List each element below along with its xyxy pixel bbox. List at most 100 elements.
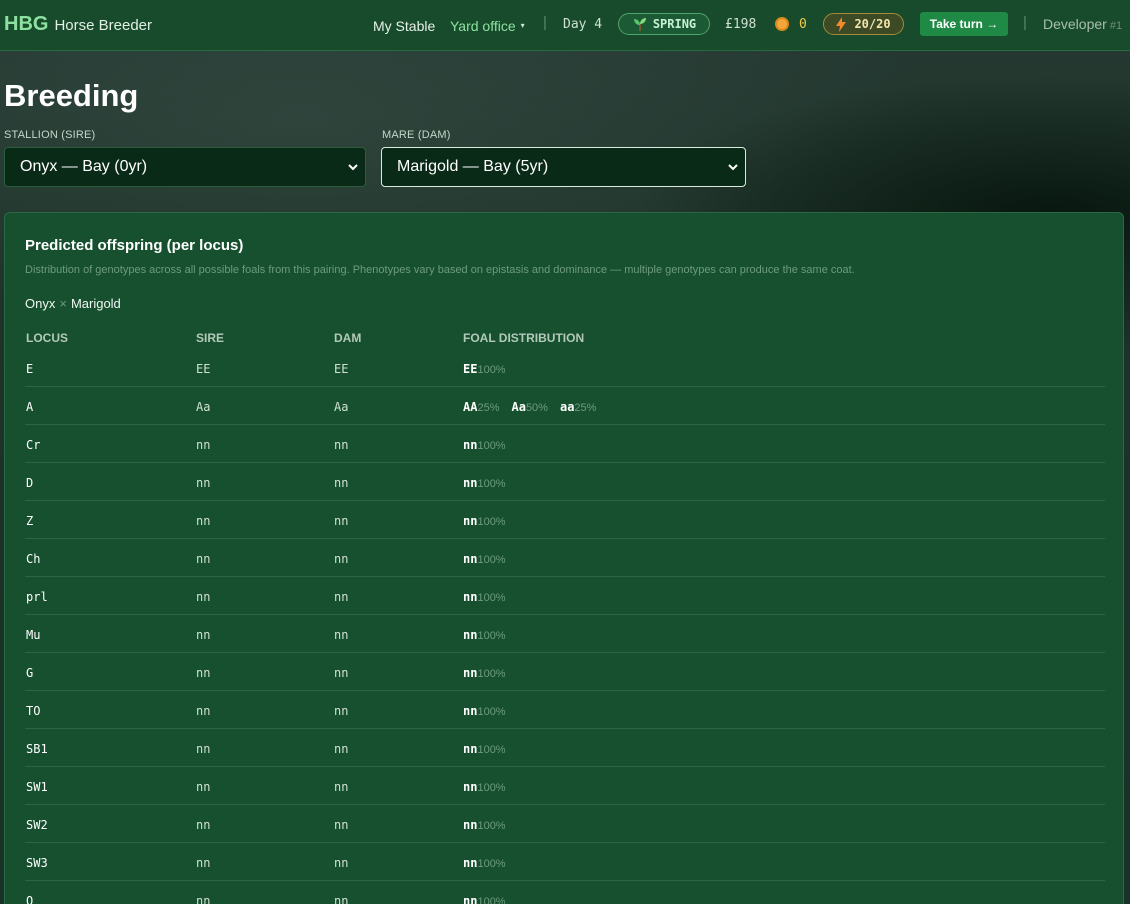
distribution-item: nn100% [463,666,506,680]
locus-cell: Ch [26,552,41,566]
column-header-distribution: FOAL DISTRIBUTION [463,331,585,345]
dam-genotype-cell: nn [334,780,349,794]
brand-logo[interactable]: HBG Horse Breeder [4,13,152,36]
distribution-item: EE100% [463,362,506,376]
foal-genotype: nn [463,628,478,642]
sire-genotype-cell: nn [196,476,211,490]
foal-genotype: aa [559,400,575,414]
foal-distribution-cell: nn100% [463,818,506,832]
foal-probability: 100% [477,896,506,904]
foal-distribution-cell: nn100% [463,590,506,604]
table-row: Znn nn nn100% [25,501,1105,539]
dam-select-value: Marigold — Bay (5yr) [397,158,549,175]
foal-genotype: nn [463,742,478,756]
page-title: Breeding [4,78,139,113]
foal-genotype: nn [463,514,478,528]
chevron-down-icon: ▾ [520,21,525,30]
sire-select-value: Onyx — Bay (0yr) [20,158,148,175]
foal-distribution-cell: nn100% [463,666,506,680]
distribution-item: AA25% [463,400,499,414]
locus-cell: Z [26,514,34,528]
sire-genotype-cell: EE [196,362,211,376]
column-header-sire: SIRE [196,331,225,345]
season-badge: SPRING [618,13,710,35]
sire-genotype-cell: nn [196,704,211,718]
locus-cell: O [26,894,34,904]
locus-cell: E [26,362,34,376]
nav-yard-office-label: Yard office [450,17,516,34]
foal-genotype: nn [463,894,478,904]
nav-separator: | [1023,14,1027,31]
distribution-item: nn100% [463,476,506,490]
locus-cell: G [26,666,34,680]
foal-genotype: Aa [511,400,526,414]
foal-genotype: AA [463,400,478,414]
energy-badge: 20/20 [823,13,904,35]
dam-genotype-cell: nn [334,742,349,756]
foal-probability: 100% [477,668,506,680]
distribution-item: Aa50% [511,400,547,414]
foal-genotype: nn [463,780,478,794]
card-subtitle: Distribution of genotypes across all pos… [25,264,855,276]
table-row: Mu nn nn nn100% [25,615,1105,653]
foal-distribution-cell: nn100% [463,514,506,528]
foal-distribution-cell: nn100% [463,742,506,756]
table-row: SW1 nn nn nn100% [25,767,1105,805]
locus-cell: SW2 [26,818,48,832]
sire-genotype-cell: nn [196,552,211,566]
distribution-item: nn100% [463,438,506,452]
foal-genotype: nn [463,704,478,718]
offspring-prediction-card: Predicted offspring (per locus) Distribu… [4,212,1124,904]
dam-genotype-cell: nn [334,552,349,566]
foal-probability: 100% [477,364,506,376]
sire-genotype-cell: nn [196,856,211,870]
foal-probability: 100% [477,554,506,566]
distribution-item: nn100% [463,894,506,904]
foal-distribution-cell: AA25% Aa50% aa 25% [463,400,596,414]
distribution-item: nn100% [463,818,506,832]
dam-genotype-cell: nn [334,666,349,680]
foal-distribution-cell: nn100% [463,856,506,870]
dam-select[interactable]: Marigold — Bay (5yr) [381,147,746,187]
developer-number: #1 [1109,20,1123,32]
distribution-item: nn100% [463,552,506,566]
table-row: Gnn nn nn100% [25,653,1105,691]
locus-cell: SB1 [26,742,48,756]
lightning-icon [836,16,847,32]
nav-my-stable[interactable]: My Stable [373,0,435,51]
sire-genotype-cell: nn [196,514,211,528]
foal-genotype: nn [463,552,478,566]
sire-genotype-cell: nn [196,438,211,452]
take-turn-button[interactable]: Take turn → [920,12,1008,36]
sire-genotype-cell: nn [196,628,211,642]
foal-distribution-cell: nn100% [463,704,506,718]
locus-cell: SW1 [26,780,48,794]
dam-genotype-cell: nn [334,438,349,452]
locus-cell: SW3 [26,856,48,870]
distribution-item: nn100% [463,856,506,870]
distribution-item: nn100% [463,514,506,528]
money-balance: £198 [725,17,757,32]
table-row: Dnn nn nn100% [25,463,1105,501]
foal-probability: 25% [477,402,500,414]
sire-genotype-cell: nn [196,894,211,904]
season-label: SPRING [652,17,697,31]
foal-genotype: nn [463,438,478,452]
foal-distribution-cell: nn100% [463,780,506,794]
pairing-sire: Onyx [25,296,56,311]
sire-genotype-cell: Aa [196,400,211,414]
developer-account[interactable]: Developer #1 [1043,16,1122,32]
nav-yard-office[interactable]: Yard office ▾ [450,0,525,51]
sire-select[interactable]: Onyx — Bay (0yr) [4,147,366,187]
sire-genotype-cell: nn [196,666,211,680]
foal-distribution-cell: nn100% [463,552,506,566]
locus-cell: D [26,476,34,490]
card-title: Predicted offspring (per locus) [25,237,244,254]
dam-genotype-cell: nn [334,704,349,718]
distribution-item: nn100% [463,590,506,604]
distribution-item: nn100% [463,628,506,642]
foal-genotype: nn [463,590,478,604]
foal-genotype: nn [463,666,478,680]
foal-probability: 100% [477,782,506,794]
table-row: E EE EE EE100% [25,349,1105,387]
